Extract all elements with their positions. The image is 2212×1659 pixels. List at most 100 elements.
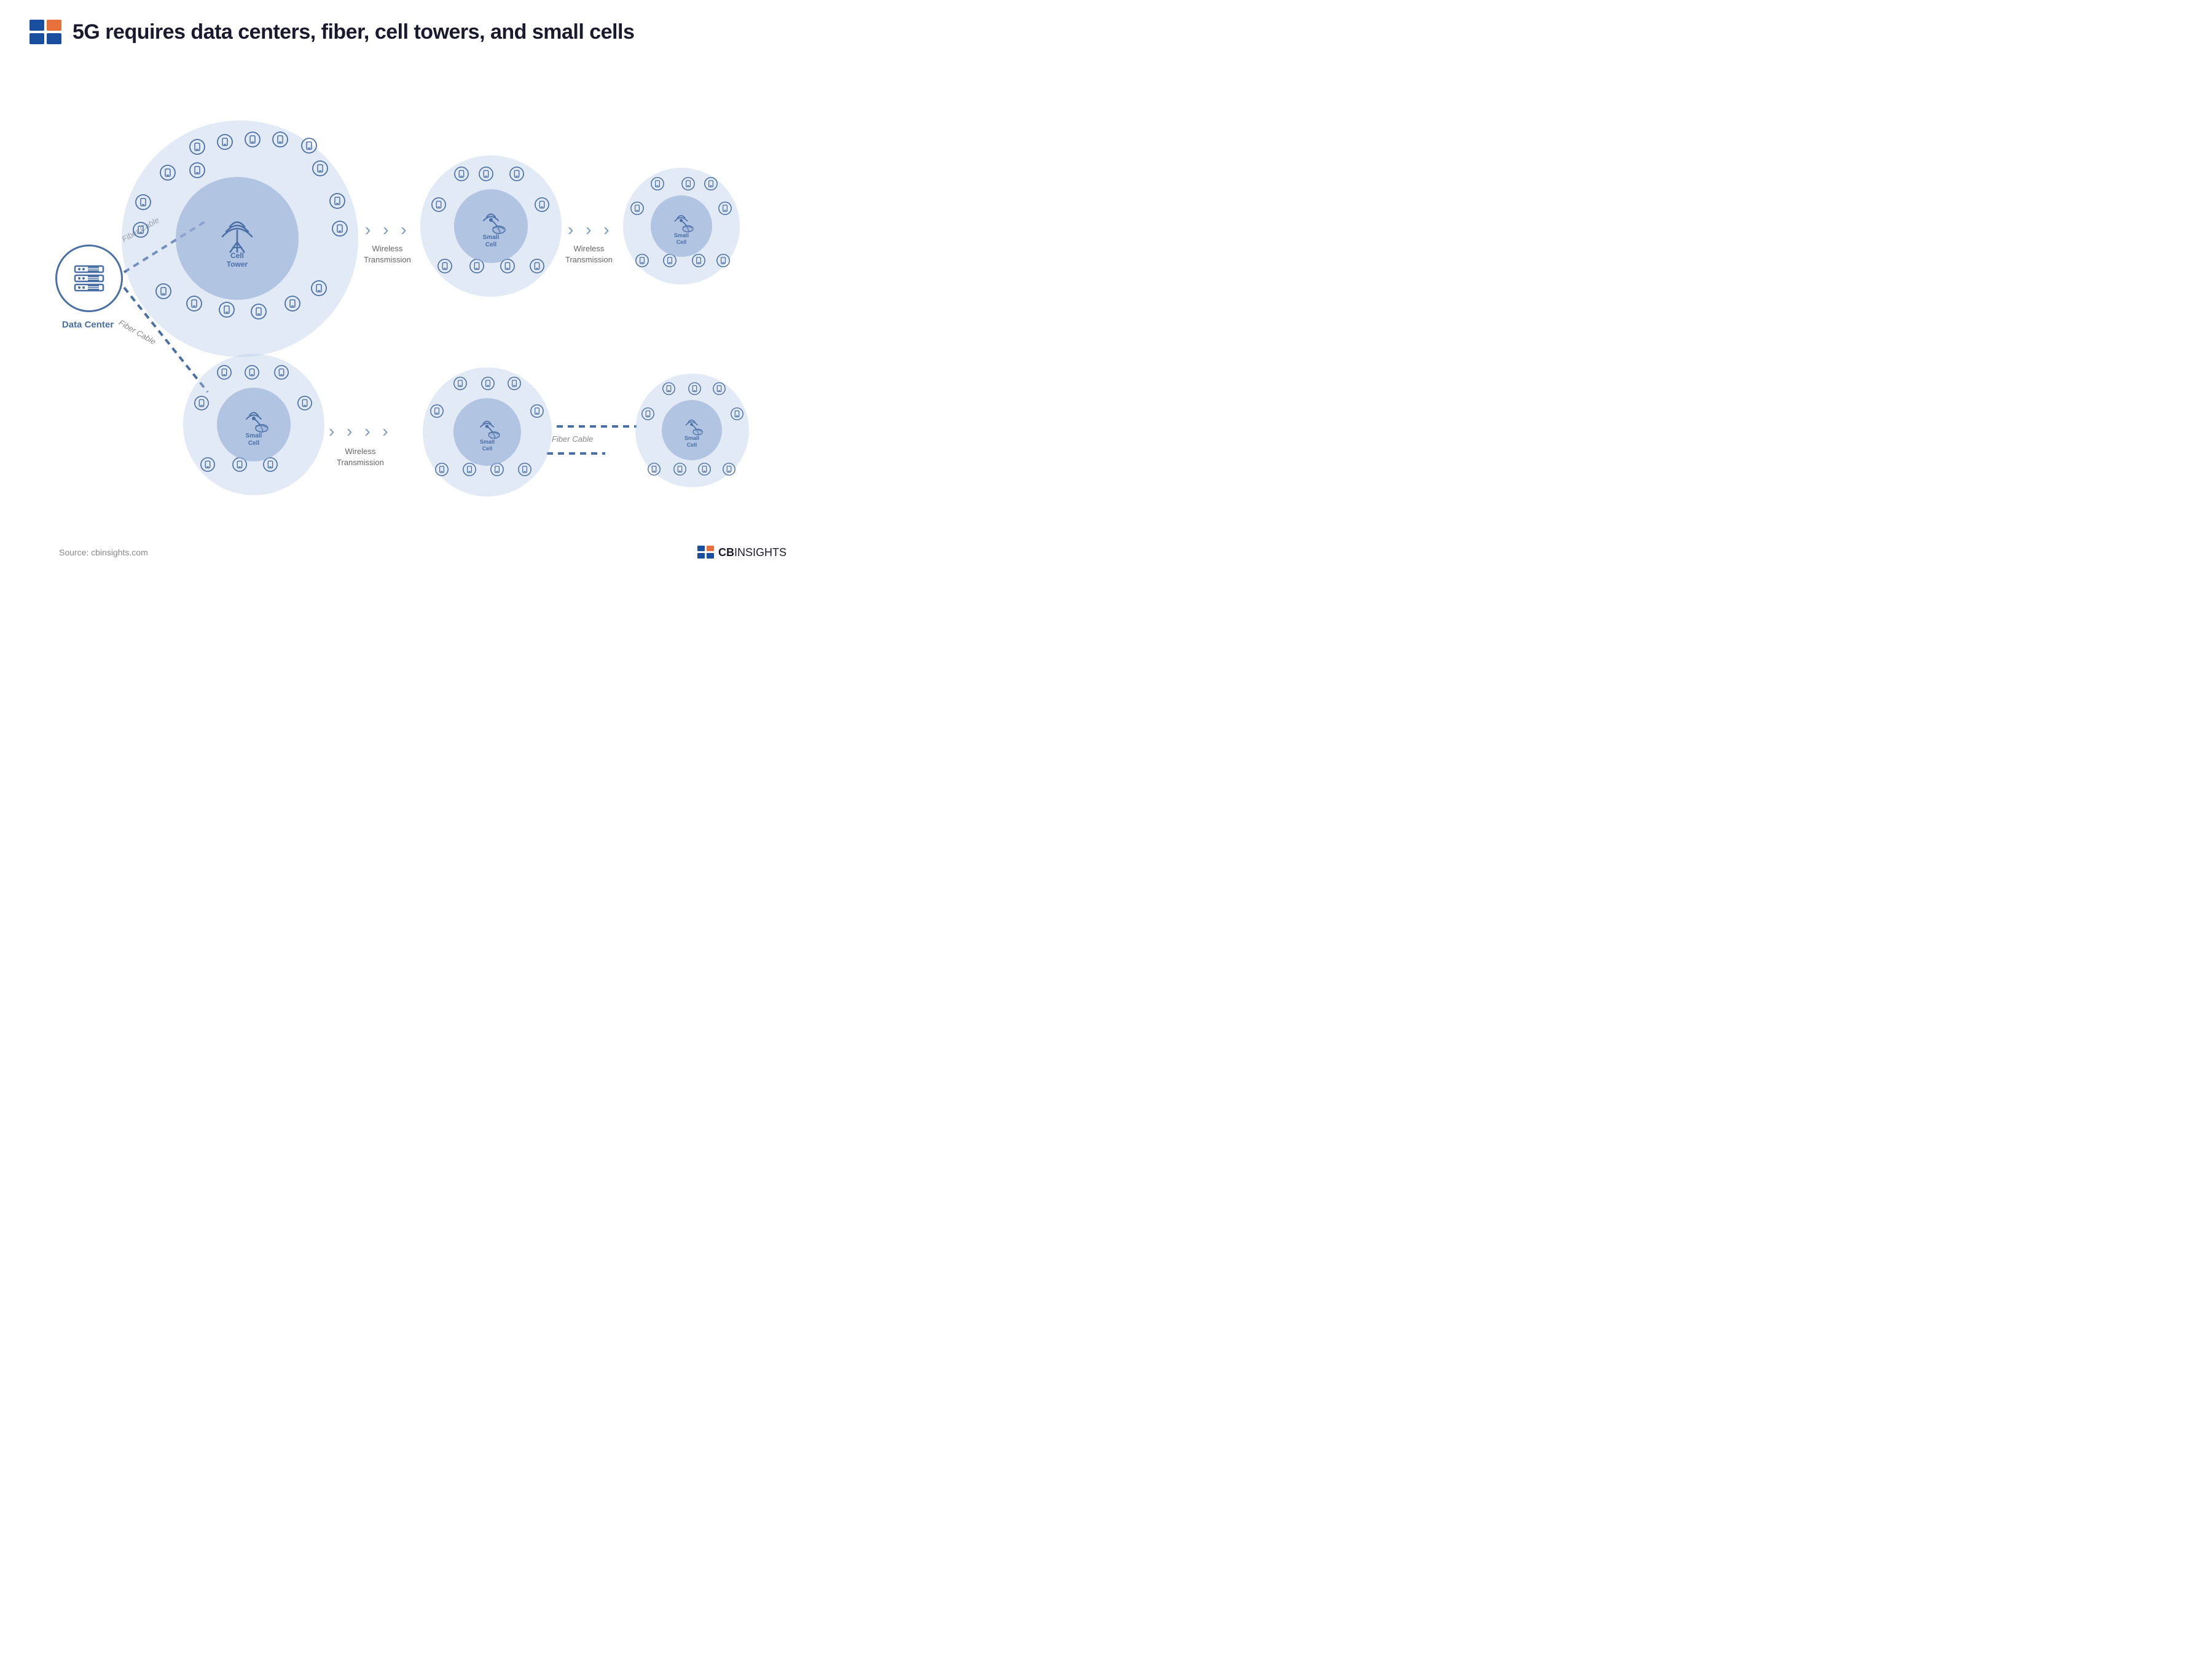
phone-icon	[219, 302, 235, 321]
phone-icon	[194, 396, 209, 414]
small-cell-label-5: SmallCell	[684, 435, 699, 449]
phone-icon	[245, 365, 259, 383]
cbinsights-footer-logo-icon	[697, 546, 715, 559]
phone-icon	[311, 280, 327, 299]
phone-icon	[155, 283, 171, 302]
cbinsights-footer-logo: CBINSIGHTS	[697, 546, 786, 559]
phone-icon	[217, 365, 232, 383]
cell-tower-outer-circle: CellTower	[122, 120, 358, 357]
phone-icon	[663, 254, 677, 270]
data-center-icon	[68, 257, 111, 300]
fiber-cable-label-2: Fiber Cable	[117, 318, 158, 347]
cell-tower-inner-circle: CellTower	[176, 177, 299, 300]
phone-icon	[723, 463, 735, 479]
page-title: 5G requires data centers, fiber, cell to…	[73, 20, 634, 44]
data-center-label: Data Center	[48, 320, 128, 330]
small-cell-top-2-outer: SmallCell	[623, 168, 740, 284]
phone-icon	[251, 304, 267, 323]
phone-icon	[704, 177, 718, 194]
small-cell-icon-3	[237, 402, 271, 434]
phone-icon	[500, 259, 515, 276]
diagram: Data Center Fiber Cable Fiber Cable	[0, 54, 786, 558]
phone-icon	[509, 167, 524, 184]
phone-icon	[518, 463, 531, 479]
phone-icon	[508, 377, 521, 393]
phone-icon	[435, 463, 449, 479]
phone-icon	[453, 377, 467, 393]
phone-icon	[530, 404, 544, 421]
phone-icon	[662, 382, 675, 398]
phone-icon	[329, 193, 345, 212]
phone-icon	[284, 296, 300, 315]
phone-icon	[454, 167, 469, 184]
phone-icon	[481, 377, 495, 393]
phone-icon	[189, 139, 205, 158]
cell-tower-inner-label: CellTower	[227, 251, 248, 269]
small-cell-bottom-3-inner: SmallCell	[662, 400, 722, 460]
phone-icon	[133, 222, 149, 241]
phone-icon	[430, 404, 444, 421]
phone-icon	[431, 197, 446, 215]
small-cell-bottom-1-inner: SmallCell	[217, 388, 291, 461]
phone-icon	[713, 382, 726, 398]
small-cell-label-2: SmallCell	[674, 232, 689, 246]
cbinsights-logo-icon	[29, 20, 61, 44]
phone-icon	[479, 167, 493, 184]
phone-icon	[312, 160, 328, 179]
header: 5G requires data centers, fiber, cell to…	[0, 0, 786, 54]
phone-icon	[245, 131, 261, 151]
phone-icon	[716, 254, 730, 270]
phone-icon	[332, 221, 348, 240]
small-cell-bottom-1-outer: SmallCell	[183, 354, 324, 495]
small-cell-top-1-outer: SmallCell	[420, 155, 562, 297]
cbinsights-footer-text: CBINSIGHTS	[718, 546, 786, 559]
phone-icon	[297, 396, 312, 414]
small-cell-icon-2	[667, 206, 696, 233]
phone-icon	[635, 254, 649, 270]
phone-icon	[463, 463, 476, 479]
small-cell-label-4: SmallCell	[480, 439, 495, 452]
small-cell-label-3: SmallCell	[246, 433, 262, 447]
phone-icon	[681, 177, 695, 194]
fiber-cable-label-3: Fiber Cable	[552, 434, 593, 445]
small-cell-label: SmallCell	[483, 234, 500, 249]
phone-icon	[688, 382, 701, 398]
phone-icon	[274, 365, 289, 383]
phone-icon	[272, 131, 288, 151]
wireless-transmission-2-arrows: › › ›	[568, 220, 613, 240]
phone-icon	[160, 165, 176, 184]
phone-icon	[301, 138, 317, 157]
phone-icon	[673, 463, 686, 479]
phone-icon	[651, 177, 664, 194]
small-cell-bottom-2-outer: SmallCell	[423, 367, 552, 496]
wireless-transmission-3-arrows: › › › ›	[329, 422, 392, 441]
small-cell-top-2-inner: SmallCell	[651, 195, 712, 257]
phone-icon	[186, 296, 202, 315]
phone-icon	[630, 202, 644, 218]
wireless-transmission-1-arrows: › › ›	[365, 220, 410, 240]
wireless-transmission-label-3: WirelessTransmission	[337, 446, 384, 468]
small-cell-icon-5	[678, 412, 705, 436]
small-cell-icon	[474, 203, 508, 235]
phone-icon	[135, 194, 151, 213]
small-cell-bottom-3-outer: SmallCell	[635, 374, 749, 487]
footer: Source: cbinsights.com CBINSIGHTS	[29, 546, 816, 571]
small-cell-icon-4	[472, 412, 503, 440]
phone-icon	[189, 162, 205, 181]
phone-icon	[263, 457, 278, 475]
phone-icon	[731, 407, 743, 423]
phone-icon	[648, 463, 661, 479]
data-center-node	[55, 245, 123, 312]
phone-icon	[692, 254, 705, 270]
source-text: Source: cbinsights.com	[59, 547, 148, 557]
phone-icon	[200, 457, 215, 475]
phone-icon	[698, 463, 711, 479]
phone-icon	[217, 134, 233, 153]
phone-icon	[437, 259, 452, 276]
phone-icon	[718, 202, 732, 218]
small-cell-bottom-2-inner: SmallCell	[453, 398, 521, 466]
phone-icon	[535, 197, 549, 215]
wireless-transmission-label-2: WirelessTransmission	[565, 243, 613, 265]
cell-tower-icon	[213, 208, 262, 254]
wireless-transmission-label-1: WirelessTransmission	[364, 243, 411, 265]
